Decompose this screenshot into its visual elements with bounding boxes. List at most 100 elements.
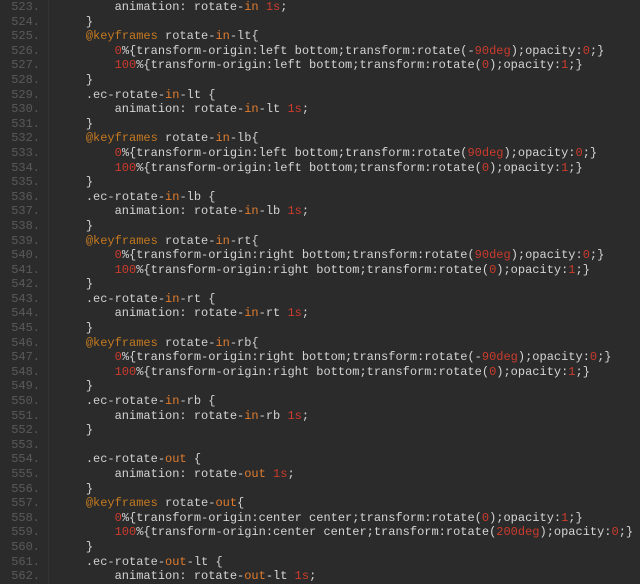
token: 0 (115, 511, 122, 525)
code-line[interactable]: animation: rotate-in 1s; (57, 0, 640, 15)
token: ; (287, 467, 294, 481)
token: );opacity: (496, 365, 568, 379)
line-number: 554. (4, 452, 40, 467)
code-line[interactable]: 100%{transform-origin:right bottom;trans… (57, 365, 640, 380)
code-line[interactable]: } (57, 277, 640, 292)
code-line[interactable]: animation: rotate-in-lb 1s; (57, 204, 640, 219)
token: 200deg (496, 525, 539, 539)
code-line[interactable]: 100%{transform-origin:left bottom;transf… (57, 58, 640, 73)
token: in (244, 0, 258, 14)
token: -rt (259, 306, 288, 320)
line-number: 548. (4, 365, 40, 380)
code-line[interactable]: } (57, 540, 640, 555)
token: %{transform-origin:left bottom;transform… (122, 44, 475, 58)
code-line[interactable]: 100%{transform-origin:center center;tran… (57, 525, 640, 540)
code-line[interactable]: @keyframes rotate-in-rb{ (57, 336, 640, 351)
token: );opacity: (489, 511, 561, 525)
code-line[interactable]: } (57, 423, 640, 438)
token: 100 (115, 263, 137, 277)
code-line[interactable]: .ec-rotate-in-rb { (57, 394, 640, 409)
code-line[interactable]: 0%{transform-origin:center center;transf… (57, 511, 640, 526)
token: } (86, 379, 93, 393)
token: in (244, 306, 258, 320)
token: 0 (583, 248, 590, 262)
token: %{transform-origin:center center;transfo… (122, 511, 482, 525)
code-line[interactable]: animation: rotate-out-lt 1s; (57, 569, 640, 584)
code-line[interactable]: } (57, 117, 640, 132)
token: 1 (568, 365, 575, 379)
token: -rb{ (230, 336, 259, 350)
code-line[interactable]: 100%{transform-origin:right bottom;trans… (57, 263, 640, 278)
code-line[interactable]: @keyframes rotate-in-lt{ (57, 29, 640, 44)
token: );opacity: (489, 161, 561, 175)
code-line[interactable]: animation: rotate-in-rb 1s; (57, 409, 640, 424)
code-line[interactable]: animation: rotate-in-lt 1s; (57, 102, 640, 117)
code-line[interactable]: @keyframes rotate-in-lb{ (57, 131, 640, 146)
token: ;} (576, 365, 590, 379)
token: 0 (482, 58, 489, 72)
line-number: 530. (4, 102, 40, 117)
line-number: 543. (4, 292, 40, 307)
code-line[interactable]: .ec-rotate-in-rt { (57, 292, 640, 307)
code-line[interactable]: .ec-rotate-in-lt { (57, 88, 640, 103)
token: 100 (115, 58, 137, 72)
token: } (86, 321, 93, 335)
line-number: 526. (4, 44, 40, 59)
line-number: 536. (4, 190, 40, 205)
token: rotate- (158, 496, 216, 510)
token: ;} (576, 263, 590, 277)
line-number: 560. (4, 540, 40, 555)
line-number-gutter: 523.524.525.526.527.528.529.530.531.532.… (0, 0, 49, 584)
code-line[interactable]: .ec-rotate-out { (57, 452, 640, 467)
token: %{transform-origin:right bottom;transfor… (122, 248, 475, 262)
token: ;} (590, 248, 604, 262)
line-number: 534. (4, 161, 40, 176)
token: 0 (482, 161, 489, 175)
code-line[interactable]: animation: rotate-in-rt 1s; (57, 306, 640, 321)
token: } (86, 482, 93, 496)
code-line[interactable]: } (57, 175, 640, 190)
code-line[interactable]: } (57, 15, 640, 30)
token: } (86, 15, 93, 29)
code-line[interactable]: 0%{transform-origin:right bottom;transfo… (57, 350, 640, 365)
code-line[interactable]: @keyframes rotate-out{ (57, 496, 640, 511)
code-line[interactable]: } (57, 73, 640, 88)
token: } (86, 540, 93, 554)
token: 100 (115, 365, 137, 379)
line-number: 547. (4, 350, 40, 365)
code-line[interactable]: @keyframes rotate-in-rt{ (57, 234, 640, 249)
code-line[interactable]: .ec-rotate-out-lt { (57, 555, 640, 570)
code-area[interactable]: animation: rotate-in 1s; } @keyframes ro… (49, 0, 640, 584)
token: out (244, 569, 266, 583)
token: -rt { (179, 292, 215, 306)
code-line[interactable]: 0 %{transform-origin:right bottom;transfo… (57, 248, 640, 263)
token: );opacity: (496, 263, 568, 277)
code-line[interactable]: } (57, 482, 640, 497)
code-line[interactable]: } (57, 321, 640, 336)
token: animation: rotate- (115, 102, 245, 116)
code-line[interactable]: 0%{transform-origin:left bottom;transfor… (57, 44, 640, 59)
code-line[interactable]: 0%{transform-origin:left bottom;transfor… (57, 146, 640, 161)
code-line[interactable] (57, 438, 640, 453)
code-line[interactable]: 100%{transform-origin:left bottom;transf… (57, 161, 640, 176)
token: 0 (576, 146, 583, 160)
token: 1 (568, 263, 575, 277)
code-line[interactable]: } (57, 379, 640, 394)
code-editor[interactable]: 523.524.525.526.527.528.529.530.531.532.… (0, 0, 640, 584)
code-line[interactable]: animation: rotate-out 1s; (57, 467, 640, 482)
token: 1s (287, 306, 301, 320)
line-number: 541. (4, 263, 40, 278)
token: ;} (619, 525, 633, 539)
token: in (244, 409, 258, 423)
code-line[interactable]: .ec-rotate-in-lb { (57, 190, 640, 205)
token: } (86, 219, 93, 233)
code-line[interactable]: } (57, 219, 640, 234)
line-number: 553. (4, 438, 40, 453)
line-number: 529. (4, 88, 40, 103)
token: -lt{ (230, 29, 259, 43)
token: } (86, 175, 93, 189)
token: ;} (568, 161, 582, 175)
line-number: 552. (4, 423, 40, 438)
token: @keyframes (86, 234, 158, 248)
token: animation: rotate- (115, 204, 245, 218)
